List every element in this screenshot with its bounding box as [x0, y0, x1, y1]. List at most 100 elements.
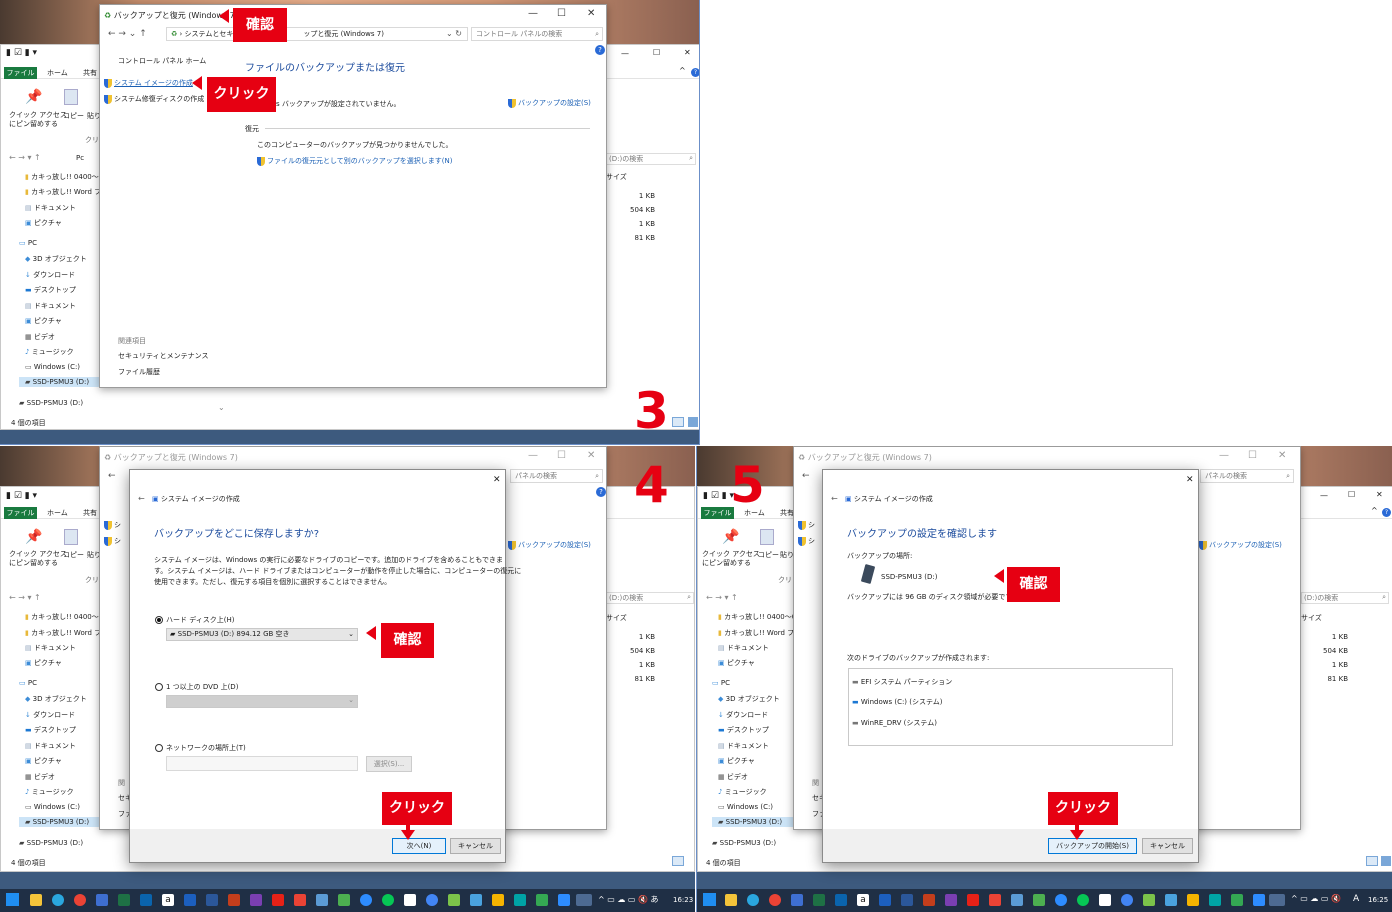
explorer-search-input[interactable]: (D:)の検索 ⌕ [1301, 592, 1389, 604]
nav-back-forward[interactable]: ← → ▾ ↑ [9, 153, 41, 162]
nav-item[interactable]: ▣ ピクチャ [25, 316, 62, 326]
word-taskbar-icon[interactable] [184, 894, 196, 906]
close-button[interactable]: ✕ [1278, 450, 1286, 461]
nav-item[interactable]: ▰ SSD-PSMU3 (D:) [19, 839, 83, 847]
help-icon[interactable]: ? [1382, 508, 1391, 517]
app-taskbar-icon[interactable] [96, 894, 108, 906]
details-view-icon[interactable] [672, 856, 684, 866]
app-taskbar-icon[interactable] [294, 894, 306, 906]
app-taskbar-icon[interactable] [1187, 894, 1199, 906]
quick-access-toolbar[interactable]: ▮ ☑ ▮ ▾ [6, 48, 37, 58]
explorer-maximize-button[interactable]: ☐ [653, 48, 660, 57]
youtube-taskbar-icon[interactable] [272, 894, 284, 906]
nav-item[interactable]: ▤ ドキュメント [718, 643, 769, 653]
cancel-button[interactable]: キャンセル [450, 838, 501, 854]
tiles-view-icon[interactable] [688, 417, 698, 427]
app-taskbar-icon[interactable] [1099, 894, 1111, 906]
app-taskbar-icon[interactable] [1033, 894, 1045, 906]
ime-indicator[interactable]: A [1353, 894, 1359, 904]
nav-item[interactable]: ▣ ピクチャ [25, 218, 62, 228]
create-repair-disc-link[interactable]: シ [798, 536, 815, 546]
app-taskbar-icon[interactable] [1165, 894, 1177, 906]
tab-home[interactable]: ホーム [47, 507, 68, 519]
tab-file[interactable]: ファイル [4, 67, 37, 79]
word-taskbar-icon[interactable] [879, 894, 891, 906]
nav-item[interactable]: ▦ ビデオ [718, 772, 748, 782]
dvd-select-disabled[interactable]: ⌄ [166, 695, 358, 708]
app-taskbar-icon[interactable] [1253, 894, 1265, 906]
play-taskbar-icon[interactable] [536, 894, 548, 906]
nav-item[interactable]: ▮ カキっ放し!! 0400～0 [25, 172, 103, 182]
explorer-minimize-button[interactable]: — [1320, 491, 1328, 500]
edge-taskbar-icon[interactable] [52, 894, 64, 906]
hard-disk-select[interactable]: ▰ SSD-PSMU3 (D:) 894.12 GB 空き ⌄ [166, 628, 358, 641]
nav-item[interactable]: ↓ ダウンロード [25, 710, 75, 720]
nav-item[interactable]: ▮ カキっ放し!! Word フ [718, 628, 794, 638]
app-taskbar-icon[interactable] [989, 894, 1001, 906]
copy-button[interactable]: コピー [758, 550, 779, 560]
app-taskbar-icon[interactable] [945, 894, 957, 906]
tray-icons[interactable]: ^ ▭ ☁ ▭ 🔇 [1291, 894, 1341, 903]
nav-item[interactable]: ▮ カキっ放し!! Word フ [25, 187, 101, 197]
start-backup-button[interactable]: バックアップの開始(S) [1048, 838, 1137, 854]
amazon-taskbar-icon[interactable]: a [162, 894, 174, 906]
nav-item[interactable]: ▰ SSD-PSMU3 (D:) [712, 839, 776, 847]
nav-item[interactable]: ▬ デスクトップ [25, 725, 76, 735]
active-app-taskbar-icon[interactable] [576, 894, 592, 906]
browse-button[interactable]: 選択(S)... [366, 756, 412, 772]
help-icon[interactable]: ? [596, 487, 606, 497]
paste-button[interactable]: 貼り [780, 550, 794, 560]
create-repair-disc-link[interactable]: シ [104, 536, 121, 546]
line-taskbar-icon[interactable] [382, 894, 394, 906]
nav-item[interactable]: ▤ ドキュメント [718, 741, 769, 751]
youtube-taskbar-icon[interactable] [967, 894, 979, 906]
tab-file[interactable]: ファイル [4, 507, 37, 519]
powerpoint-taskbar-icon[interactable] [923, 894, 935, 906]
nav-item[interactable]: ↓ ダウンロード [718, 710, 768, 720]
radio-network[interactable]: ネットワークの場所上(T) [155, 743, 246, 753]
file-explorer-taskbar-icon[interactable] [725, 894, 737, 906]
nav-item[interactable]: ▮ カキっ放し!! 0400～0 [25, 612, 103, 622]
create-system-image-link[interactable]: システム イメージの作成 [104, 78, 193, 88]
nav-item[interactable]: ◆ 3D オブジェクト [25, 254, 87, 264]
excel-taskbar-icon[interactable] [118, 894, 130, 906]
ribbon-collapse-icon[interactable]: ^ [1371, 506, 1378, 515]
play-taskbar-icon[interactable] [1231, 894, 1243, 906]
nav-item[interactable]: ▤ ドキュメント [25, 741, 76, 751]
edge-taskbar-icon[interactable] [747, 894, 759, 906]
copy-button[interactable]: コピー [63, 550, 84, 560]
powerpoint-taskbar-icon[interactable] [228, 894, 240, 906]
app-taskbar-icon[interactable] [470, 894, 482, 906]
nav-item[interactable]: ♪ ミュージック [25, 787, 74, 797]
tab-share[interactable]: 共有 [83, 67, 97, 79]
nav-buttons[interactable]: ← → ⌄ ↑ [108, 29, 147, 39]
maximize-button[interactable]: ☐ [1248, 450, 1257, 461]
address-bar[interactable]: ♻ › システムとセキ ップと復元 (Windows 7) [166, 27, 468, 41]
active-app-taskbar-icon[interactable] [1269, 894, 1285, 906]
nav-item[interactable]: ▣ ピクチャ [25, 756, 62, 766]
tray-icons[interactable]: ^ ▭ ☁ ▭ 🔇 あ [598, 894, 659, 905]
zoom-taskbar-icon[interactable] [360, 894, 372, 906]
explorer-search-input[interactable]: (D:)の検索 ⌕ [606, 153, 696, 165]
column-size[interactable]: サイズ [606, 613, 627, 623]
radio-hard-disk[interactable]: ハード ディスク上(H) [155, 615, 234, 625]
security-maintenance-link[interactable]: セキュリティとメンテナンス [118, 351, 208, 361]
app-taskbar-icon[interactable] [338, 894, 350, 906]
explorer-close-button[interactable]: ✕ [684, 48, 691, 57]
nav-item[interactable]: ▭ Windows (C:) [25, 363, 80, 371]
cancel-button[interactable]: キャンセル [1142, 838, 1193, 854]
scroll-down-arrow[interactable]: ⌄ [218, 403, 225, 412]
explorer-search-input[interactable]: (D:)の検索 ⌕ [606, 592, 694, 604]
network-location-input[interactable] [166, 756, 358, 771]
nav-item[interactable]: ▣ ピクチャ [25, 658, 62, 668]
details-view-icon[interactable] [1366, 856, 1378, 866]
refresh-icon[interactable]: ⌄ ↻ [446, 29, 462, 38]
tab-share[interactable]: 共有 [780, 507, 794, 519]
nav-item[interactable]: ◆ 3D オブジェクト [718, 694, 780, 704]
close-button[interactable]: ✕ [587, 8, 595, 19]
nav-item[interactable]: ▤ ドキュメント [25, 301, 76, 311]
pin-button[interactable]: クイック アクセス にピン留めする [9, 550, 67, 568]
clock[interactable]: 16:23 [673, 896, 693, 904]
nav-item[interactable]: ▰ SSD-PSMU3 (D:) [19, 399, 83, 407]
excel-taskbar-icon[interactable] [813, 894, 825, 906]
